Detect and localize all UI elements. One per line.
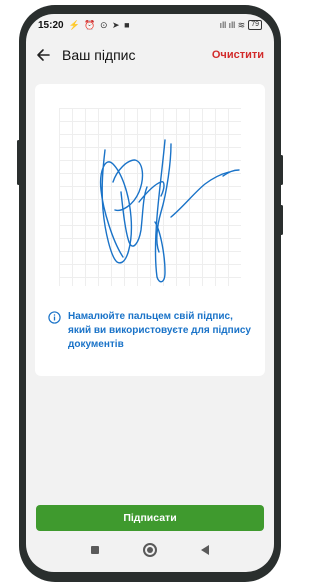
hint-text: Намалюйте пальцем свій підпис, який ви в…	[68, 311, 251, 350]
battery-icon: 79	[248, 20, 262, 30]
app-bar: Ваш підпис Очистити	[26, 40, 274, 70]
power-button	[280, 155, 283, 185]
system-nav-bar	[26, 540, 274, 560]
status-right: ıll ıll ≋ 79	[220, 20, 262, 31]
info-icon	[48, 311, 61, 324]
signature-drawing	[99, 139, 240, 283]
back-icon[interactable]	[201, 545, 209, 555]
notification-icons: ⚡ ⏰ ⊙ ➤ ■	[68, 19, 131, 30]
status-bar: 15:20 ⚡ ⏰ ⊙ ➤ ■ ıll ıll ≋ 79	[26, 14, 274, 36]
screen: 15:20 ⚡ ⏰ ⊙ ➤ ■ ıll ıll ≋ 79 Ваш підпис …	[26, 14, 274, 572]
side-button	[280, 205, 283, 235]
page-title: Ваш підпис	[62, 47, 136, 63]
home-icon[interactable]	[143, 543, 157, 557]
status-time: 15:20	[38, 19, 64, 31]
hint: Намалюйте пальцем свій підпис, який ви в…	[48, 310, 258, 352]
sign-button[interactable]: Підписати	[36, 505, 264, 531]
signature-card: Намалюйте пальцем свій підпис, який ви в…	[35, 84, 265, 376]
recents-icon[interactable]	[91, 546, 99, 554]
volume-button	[17, 140, 20, 185]
clear-button[interactable]: Очистити	[212, 49, 264, 61]
signature-pad[interactable]	[43, 92, 257, 302]
back-arrow-icon[interactable]	[36, 48, 50, 62]
signal-wifi-icons: ıll ıll ≋	[219, 19, 246, 30]
